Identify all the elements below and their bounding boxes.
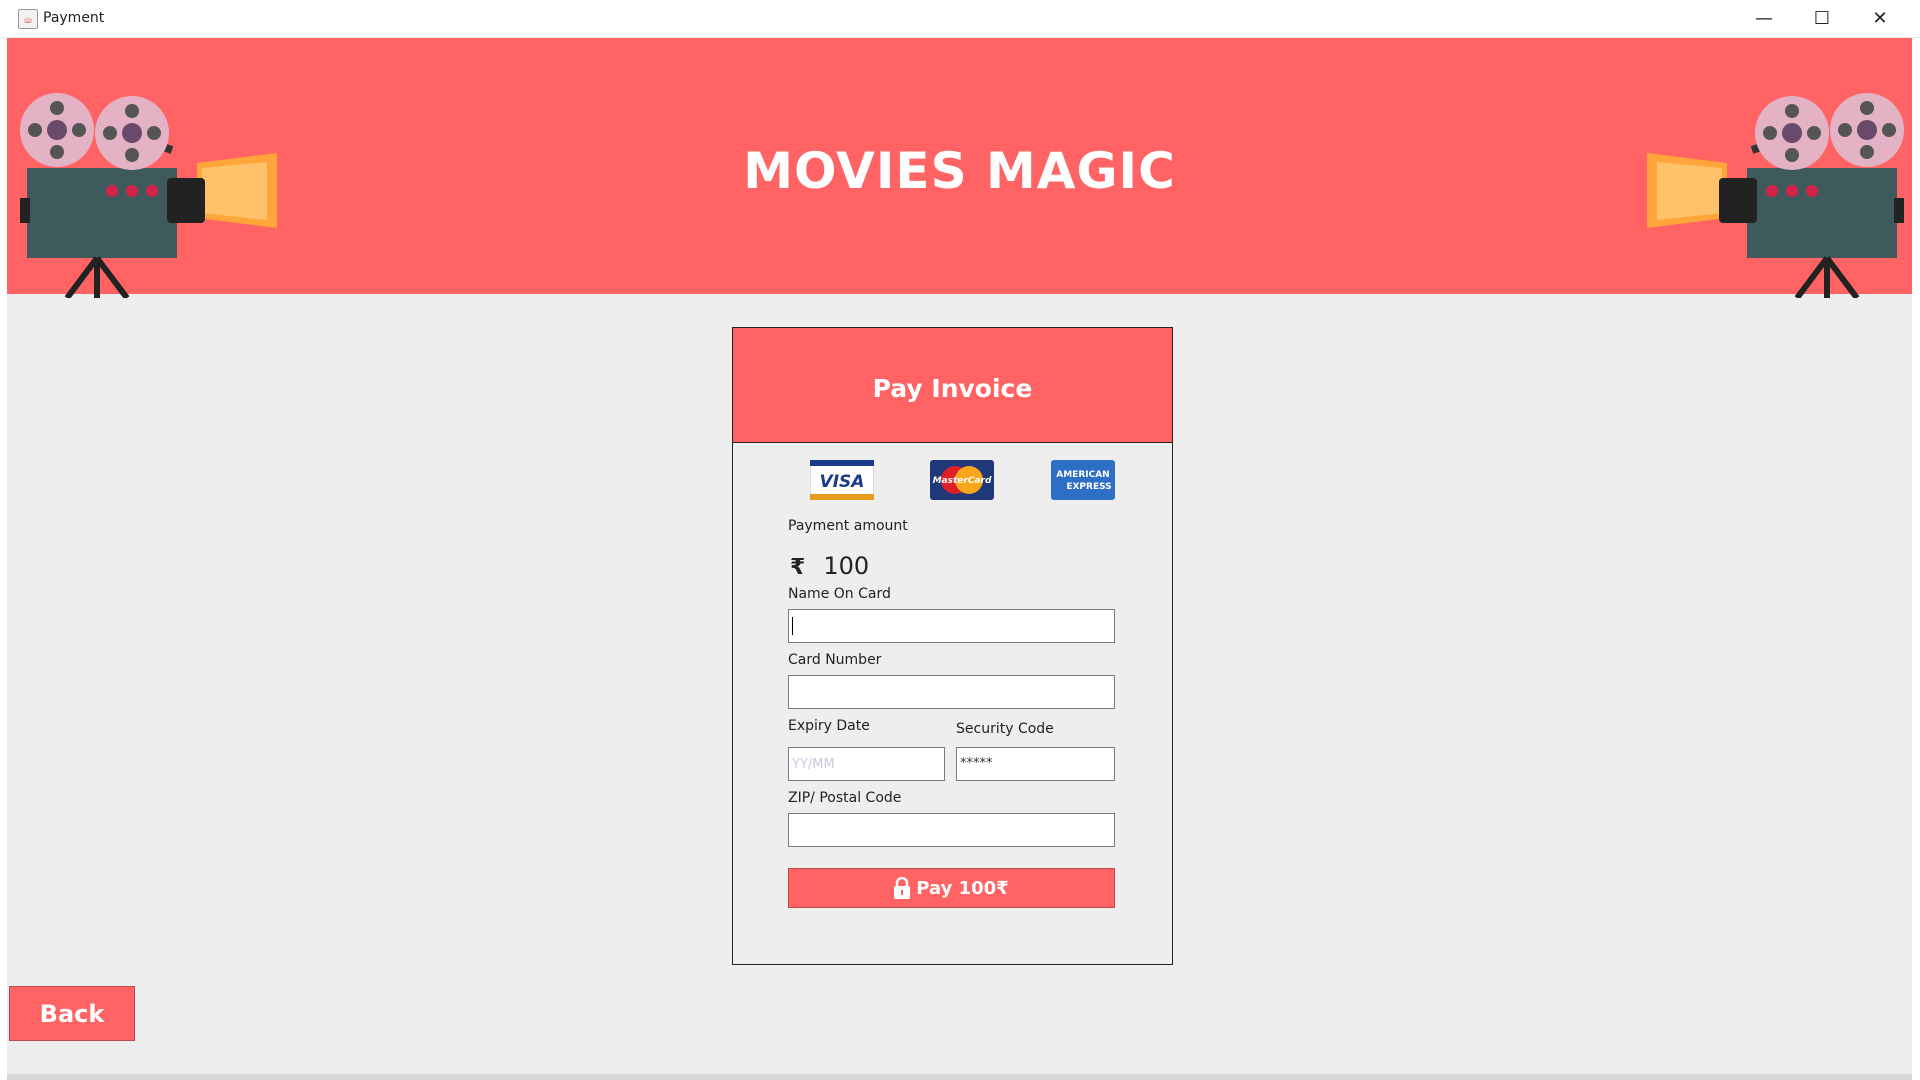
rupee-icon: ₹ [790, 555, 806, 580]
panel-title: Pay Invoice [872, 374, 1033, 403]
pay-button-label: Pay 100₹ [916, 877, 1009, 899]
expiry-date-label: Expiry Date [788, 718, 870, 734]
panel-header: Pay Invoice [733, 328, 1172, 443]
svg-text:MasterCard: MasterCard [933, 476, 992, 486]
name-on-card-label: Name On Card [788, 586, 891, 602]
svg-text:VISA: VISA [820, 472, 865, 492]
payment-amount: ₹100 [790, 552, 869, 580]
minimize-button[interactable]: — [1735, 0, 1793, 37]
window-bottom-edge [7, 1074, 1912, 1080]
header-banner: MOVIES MAGIC [7, 38, 1912, 298]
payment-panel: Pay Invoice VISA MasterCard AMERICAN EXP… [732, 327, 1173, 965]
security-code-input[interactable]: ***** [956, 747, 1115, 781]
app-title: MOVIES MAGIC [743, 142, 1176, 200]
window-title: Payment [43, 10, 105, 26]
svg-text:AMERICAN: AMERICAN [1056, 470, 1109, 480]
java-app-icon: ☕ [18, 9, 38, 29]
window-titlebar: ☕ Payment — ☐ ✕ [0, 0, 1920, 38]
close-button[interactable]: ✕ [1851, 0, 1909, 37]
payment-amount-label: Payment amount [788, 518, 908, 534]
visa-logo: VISA [810, 460, 874, 500]
mastercard-logo: MasterCard [930, 460, 994, 500]
zip-code-label: ZIP/ Postal Code [788, 790, 902, 806]
expiry-date-input[interactable] [788, 747, 945, 781]
security-code-label: Security Code [956, 721, 1054, 737]
zip-code-input[interactable] [788, 813, 1115, 847]
amount-value: 100 [823, 552, 870, 580]
card-number-label: Card Number [788, 652, 882, 668]
name-on-card-input[interactable] [788, 609, 1115, 643]
amex-logo: AMERICAN EXPRESS [1051, 460, 1115, 500]
card-number-input[interactable] [788, 675, 1115, 709]
svg-text:EXPRESS: EXPRESS [1066, 482, 1111, 492]
back-button[interactable]: Back [9, 986, 135, 1041]
pay-button[interactable]: Pay 100₹ [788, 868, 1115, 908]
lock-icon [894, 877, 911, 899]
film-projector-icon [1647, 93, 1904, 298]
maximize-button[interactable]: ☐ [1793, 0, 1851, 37]
